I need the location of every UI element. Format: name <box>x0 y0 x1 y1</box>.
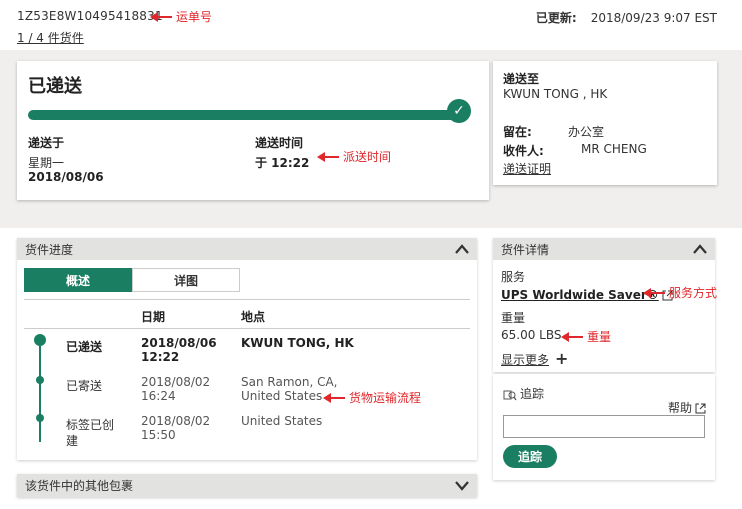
divider <box>24 328 470 329</box>
plus-icon: + <box>555 349 569 368</box>
chevron-up-icon[interactable] <box>693 243 707 255</box>
annotation-delivery-time: 派送时间 <box>317 148 391 165</box>
delivered-on-label: 递送于 <box>28 136 65 150</box>
arrow-icon <box>643 287 665 298</box>
track-panel: 追踪 帮助 追踪 <box>493 374 715 480</box>
details-header[interactable]: 货件详情 <box>493 238 715 260</box>
shipment-progress-panel: 货件进度 概述 详图 日期 地点 已递送 2018/08/06 12:22 KW… <box>17 238 477 460</box>
row-location: United States <box>241 414 323 428</box>
arrow-icon <box>323 392 345 403</box>
timeline-dot <box>36 376 44 384</box>
delivery-time-label: 递送时间 <box>255 136 304 150</box>
left-at-value: 办公室 <box>568 125 605 139</box>
timeline-dot <box>34 334 46 346</box>
delivered-day: 星期一 <box>28 156 65 170</box>
delivery-time-value: 于 12:22 <box>255 156 310 170</box>
delivery-status-card: 已递送 ✓ 递送于 星期一 2018/08/06 递送时间 于 12:22 派送… <box>17 61 489 200</box>
deliver-to-label: 递送至 <box>503 72 540 86</box>
other-packages-header[interactable]: 该货件中的其他包裹 <box>17 474 477 497</box>
progress-tabs: 概述 详图 <box>24 268 240 292</box>
row-date: 2018/08/02 <box>141 375 211 389</box>
row-status: 已递送 <box>66 340 103 354</box>
delivered-date: 2018/08/06 <box>28 170 104 184</box>
annotation-weight: 重量 <box>561 328 611 345</box>
deliver-to-place: KWUN TONG , HK <box>503 87 608 101</box>
row-time: 15:50 <box>141 428 176 442</box>
timeline-dot <box>36 414 44 422</box>
shipment-details-panel: 货件详情 服务 UPS Worldwide Saver® 服务方式 重量 65.… <box>493 238 717 372</box>
package-count-link[interactable]: 1 / 4 件货件 <box>17 29 84 46</box>
destination-card: 递送至 KWUN TONG , HK 留在: 办公室 收件人: MR CHENG… <box>493 61 717 185</box>
row-date: 2018/08/02 <box>141 414 211 428</box>
column-date: 日期 <box>141 310 166 324</box>
tab-detail[interactable]: 详图 <box>132 268 240 292</box>
external-link-icon <box>695 403 706 414</box>
left-at-label: 留在: <box>503 125 532 139</box>
track-icon <box>503 390 517 400</box>
row-date: 2018/08/06 <box>141 336 217 350</box>
annotation-tracking: 运单号 <box>150 8 212 25</box>
show-more-link[interactable]: 显示更多 + <box>501 349 568 368</box>
status-title: 已递送 <box>28 76 82 97</box>
updated-value: 2018/09/23 9:07 EST <box>590 11 717 25</box>
chevron-down-icon[interactable] <box>455 480 469 492</box>
row-location-country: United States <box>241 389 323 403</box>
track-label: 追踪 <box>503 385 544 402</box>
annotation-flow: 货物运输流程 <box>323 389 421 406</box>
tracking-number: 1Z53E8W10495418831 <box>17 9 163 23</box>
arrow-icon <box>561 331 583 342</box>
chevron-up-icon[interactable] <box>455 243 469 255</box>
row-time: 16:24 <box>141 389 176 403</box>
recipient-label: 收件人: <box>503 144 544 158</box>
row-status: 已寄送 <box>66 379 103 393</box>
row-location: KWUN TONG, HK <box>241 336 354 350</box>
tracking-input[interactable] <box>503 415 705 438</box>
weight-value: 65.00 LBS <box>501 328 562 342</box>
updated-info: 已更新: 2018/09/23 9:07 EST <box>536 9 717 26</box>
proof-of-delivery-link[interactable]: 递送证明 <box>503 160 551 177</box>
help-link[interactable]: 帮助 <box>668 399 706 416</box>
timeline-line <box>39 340 41 442</box>
weight-label: 重量 <box>501 311 526 325</box>
divider <box>24 299 470 300</box>
row-status-cont: 建 <box>66 434 79 448</box>
tab-overview[interactable]: 概述 <box>24 268 132 292</box>
recipient-value: MR CHENG <box>581 142 647 156</box>
track-button[interactable]: 追踪 <box>503 445 557 468</box>
service-label: 服务 <box>501 270 526 284</box>
updated-label: 已更新: <box>535 11 577 25</box>
check-icon: ✓ <box>447 99 471 123</box>
arrow-icon <box>317 151 339 162</box>
row-time: 12:22 <box>141 350 180 364</box>
column-location: 地点 <box>241 310 266 324</box>
row-status: 标签已创 <box>66 418 115 432</box>
progress-bar <box>28 110 460 120</box>
row-location: San Ramon, CA, <box>241 375 338 389</box>
arrow-icon <box>150 11 172 22</box>
annotation-service: 服务方式 <box>643 284 717 301</box>
progress-header[interactable]: 货件进度 <box>17 238 477 260</box>
